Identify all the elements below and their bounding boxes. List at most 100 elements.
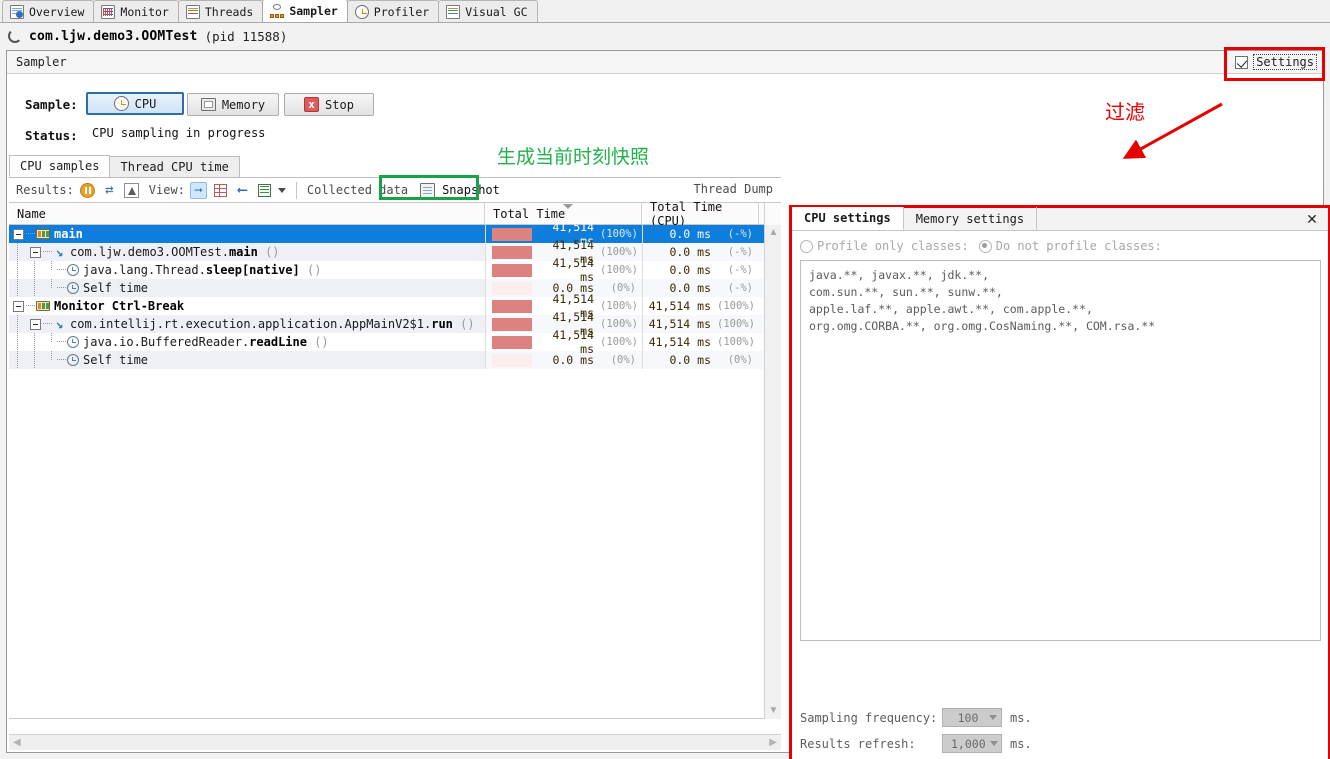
cpu-time-percent: (100%) bbox=[717, 336, 755, 348]
tab-cpu-samples[interactable]: CPU samples bbox=[9, 155, 111, 177]
tab-label: CPU settings bbox=[804, 211, 891, 225]
radio-profile-only-classes[interactable]: Profile only classes: bbox=[800, 239, 969, 253]
scroll-up-arrow-icon[interactable]: ▲ bbox=[765, 225, 782, 241]
table-vertical-scrollbar[interactable]: ▲ ▼ bbox=[764, 203, 781, 719]
table-row[interactable]: java.lang.Thread. sleep[native] () 41,514 … bbox=[9, 256, 781, 284]
radio-icon[interactable] bbox=[800, 239, 813, 253]
tab-label: Monitor bbox=[120, 4, 169, 19]
radio-selected-icon[interactable] bbox=[978, 239, 992, 253]
grid-icon[interactable] bbox=[212, 182, 229, 199]
thread-icon bbox=[36, 301, 50, 311]
table-row[interactable]: Monitor Ctrl-Break 41,514 ms (100%) 41,514 … bbox=[9, 292, 781, 320]
table-row[interactable]: Self time 0.0 ms (0%) 0.0 ms (0%) bbox=[9, 351, 781, 369]
column-header-name[interactable]: Name bbox=[9, 203, 485, 224]
scroll-down-arrow-icon[interactable]: ▼ bbox=[765, 703, 782, 719]
results-tabstrip: CPU samples Thread CPU time bbox=[9, 155, 781, 178]
table-row[interactable]: ↘ com.intellij.rt.execution.application.A… bbox=[9, 310, 781, 338]
table-row[interactable]: Self time 0.0 ms (0%) 0.0 ms (-%) bbox=[9, 279, 781, 297]
node-name: main bbox=[228, 245, 258, 259]
total-time-bar bbox=[492, 317, 532, 331]
table-horizontal-scrollbar[interactable]: ◀ ▶ bbox=[9, 734, 781, 750]
close-icon[interactable]: ✕ bbox=[1304, 211, 1320, 227]
memory-sample-button[interactable]: Memory bbox=[187, 93, 279, 116]
tab-memory-settings[interactable]: Memory settings bbox=[904, 207, 1038, 230]
tab-sampler[interactable]: Sampler bbox=[262, 0, 348, 22]
total-time-percent: (100%) bbox=[600, 246, 638, 258]
tree-guide bbox=[30, 351, 40, 369]
cell-total-time-cpu: 0.0 ms (-%) bbox=[642, 261, 759, 279]
node-name: Monitor Ctrl-Break bbox=[54, 299, 185, 313]
cpu-time-percent: (-%) bbox=[727, 246, 753, 258]
sort-descending-icon bbox=[563, 204, 573, 209]
snapshot-button[interactable]: Snapshot bbox=[413, 181, 506, 200]
cpu-time-value: 0.0 ms bbox=[669, 281, 711, 295]
process-name: com.ljw.demo3.OOMTest bbox=[29, 28, 198, 44]
table-row[interactable]: java.io.BufferedReader. readLine () 41,514… bbox=[9, 328, 781, 356]
table-row[interactable]: ↘ com.ljw.demo3.OOMTest. main () 41,514 ms(… bbox=[9, 238, 781, 266]
tab-overview[interactable]: Overview bbox=[2, 0, 95, 22]
settings-label: Settings bbox=[1253, 54, 1317, 70]
scrollbar-corner bbox=[765, 203, 781, 225]
threads-icon bbox=[185, 4, 200, 19]
forward-arrow-icon[interactable]: ➞ bbox=[189, 181, 207, 199]
tree-guide bbox=[43, 243, 53, 261]
column-header-total-time-cpu[interactable]: Total Time (CPU) bbox=[642, 200, 759, 228]
list-icon[interactable] bbox=[256, 182, 273, 199]
class-filter-textarea[interactable]: java.**, javax.**, jdk.**, com.sun.**, s… bbox=[800, 260, 1321, 641]
cell-name: Self time bbox=[9, 351, 485, 369]
tab-label: Memory settings bbox=[915, 211, 1025, 226]
annotation-snapshot-note: 生成当前时刻快照 bbox=[497, 146, 650, 168]
stop-sample-button[interactable]: x Stop bbox=[284, 93, 374, 116]
sampler-title-bar: Sampler Settings bbox=[7, 51, 1323, 74]
column-label: Name bbox=[17, 206, 46, 221]
clock-small-icon bbox=[67, 336, 79, 348]
tab-thread-cpu-time[interactable]: Thread CPU time bbox=[109, 156, 240, 177]
samples-table: Name Total Time Total Time (CPU) main 41,… bbox=[9, 200, 781, 719]
chevron-down-icon bbox=[989, 715, 997, 720]
back-arrow-icon[interactable]: ⟵ bbox=[234, 182, 251, 199]
scroll-right-arrow-icon[interactable]: ▶ bbox=[769, 737, 777, 748]
visual-gc-icon bbox=[446, 4, 461, 19]
stop-icon: x bbox=[304, 97, 320, 112]
tab-monitor[interactable]: Monitor bbox=[93, 0, 179, 22]
tab-visual-gc[interactable]: Visual GC bbox=[438, 0, 538, 22]
radio-do-not-profile-classes[interactable]: Do not profile classes: bbox=[978, 239, 1162, 253]
view-label: View: bbox=[148, 183, 185, 197]
cpu-time-percent: (-%) bbox=[727, 264, 753, 276]
tab-label: Sampler bbox=[289, 4, 338, 18]
button-label: Stop bbox=[325, 97, 354, 112]
total-time-percent: (100%) bbox=[600, 228, 638, 240]
sampling-frequency-label: Sampling frequency: bbox=[800, 710, 938, 725]
delta-icon[interactable] bbox=[123, 182, 140, 199]
tree-guide bbox=[13, 243, 23, 261]
tree-expander[interactable] bbox=[13, 300, 24, 312]
pause-icon[interactable] bbox=[79, 182, 96, 199]
cpu-sample-button[interactable]: CPU bbox=[86, 92, 184, 115]
tree-guide bbox=[57, 333, 67, 351]
tab-label: Threads bbox=[204, 4, 254, 19]
refresh-icon[interactable]: ⇄ bbox=[101, 182, 118, 199]
tab-profiler[interactable]: Profiler bbox=[346, 0, 440, 22]
tab-threads[interactable]: Threads bbox=[177, 0, 264, 22]
tree-expander[interactable] bbox=[30, 318, 41, 330]
tree-expander[interactable] bbox=[13, 228, 24, 240]
tab-label: Visual GC bbox=[465, 4, 528, 19]
cpu-time-percent: (-%) bbox=[727, 228, 753, 240]
node-prefix: java.io.BufferedReader. bbox=[83, 335, 250, 349]
results-refresh-select[interactable]: 1,000 bbox=[942, 734, 1002, 753]
tree-guide bbox=[26, 297, 36, 315]
cpu-time-percent: (100%) bbox=[717, 318, 755, 330]
sampling-frequency-select[interactable]: 100 bbox=[942, 708, 1002, 727]
tree-expander[interactable] bbox=[30, 246, 41, 258]
node-name: sleep[native] bbox=[205, 263, 300, 277]
scroll-left-arrow-icon[interactable]: ◀ bbox=[13, 737, 21, 748]
thread-dump-label[interactable]: Thread Dump bbox=[694, 182, 773, 196]
table-row[interactable]: main 41,514 ms (100%) 0.0 ms (-%) bbox=[9, 220, 781, 248]
checkbox-icon[interactable] bbox=[1235, 55, 1249, 69]
settings-checkbox[interactable]: Settings bbox=[1235, 54, 1317, 70]
tree-guide bbox=[57, 279, 67, 297]
chevron-down-icon[interactable] bbox=[277, 187, 286, 193]
node-prefix: com.intellij.rt.execution.application.Ap… bbox=[70, 317, 432, 331]
total-time-percent: (100%) bbox=[600, 336, 638, 348]
tab-cpu-settings[interactable]: CPU settings bbox=[792, 207, 904, 230]
